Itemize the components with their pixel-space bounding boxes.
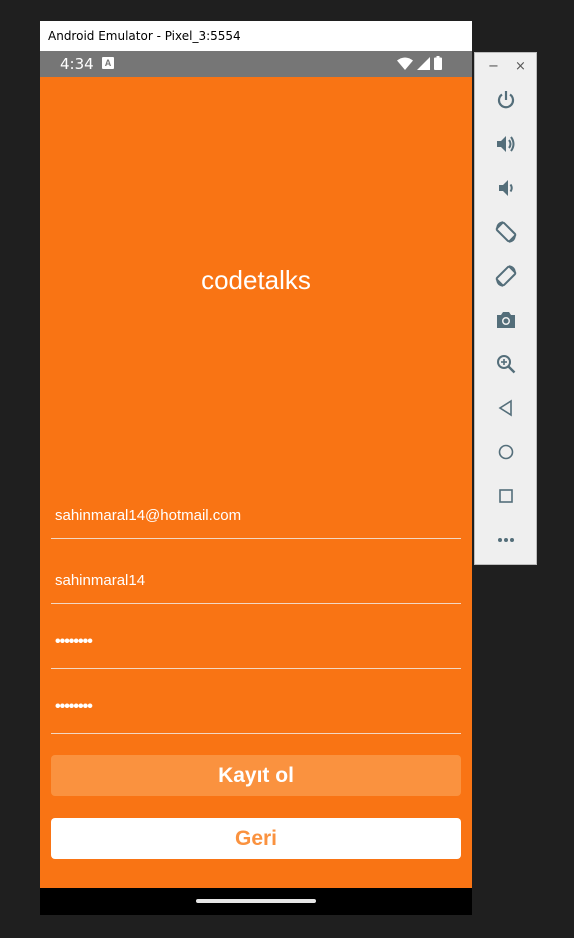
volume-down-icon	[499, 180, 513, 196]
app-screen: codetalks sahinmaral14@hotmail.com sahin…	[40, 77, 472, 888]
overview-icon	[499, 489, 513, 503]
volume-up-button[interactable]	[491, 129, 521, 159]
username-field[interactable]: sahinmaral14	[51, 564, 461, 604]
camera-icon	[497, 312, 515, 328]
emulator-toolbar: − ×	[474, 52, 537, 565]
home-icon	[498, 444, 514, 460]
app-title: codetalks	[201, 265, 311, 295]
power-icon	[497, 91, 515, 109]
volume-down-button[interactable]	[491, 173, 521, 203]
email-value: sahinmaral14@hotmail.com	[55, 507, 242, 524]
a-icon: A	[102, 57, 114, 69]
more-button[interactable]	[491, 525, 521, 555]
camera-button[interactable]	[491, 305, 521, 335]
rotate-right-icon	[495, 265, 517, 287]
signal-icon	[417, 56, 430, 70]
back-icon	[498, 399, 512, 417]
zoom-icon	[497, 355, 516, 374]
emulator-window: Android Emulator - Pixel_3:5554 4:34 A c…	[40, 21, 472, 915]
rotate-right-button[interactable]	[491, 261, 521, 291]
battery-icon	[434, 56, 442, 70]
rotate-left-button[interactable]	[491, 217, 521, 247]
back-nav-button[interactable]	[491, 393, 521, 423]
home-nav-button[interactable]	[491, 437, 521, 467]
password-value: ••••••••	[55, 633, 93, 650]
home-gesture-pill[interactable]	[196, 899, 316, 903]
status-time: 4:34	[60, 55, 94, 73]
power-button[interactable]	[491, 85, 521, 115]
password-confirm-field[interactable]: ••••••••	[51, 694, 461, 734]
window-title: Android Emulator - Pixel_3:5554	[40, 21, 472, 51]
status-icons	[397, 56, 442, 70]
email-field[interactable]: sahinmaral14@hotmail.com	[51, 499, 461, 539]
wifi-icon	[397, 57, 413, 70]
username-value: sahinmaral14	[55, 572, 146, 589]
status-bar: 4:34 A	[40, 51, 472, 77]
back-button[interactable]: Geri	[51, 818, 461, 859]
volume-up-icon	[497, 136, 515, 152]
close-button[interactable]: ×	[515, 59, 526, 74]
zoom-button[interactable]	[491, 349, 521, 379]
password-confirm-value: ••••••••	[55, 698, 93, 715]
more-icon	[498, 538, 514, 542]
minimize-button[interactable]: −	[488, 59, 499, 74]
password-field[interactable]: ••••••••	[51, 629, 461, 669]
register-button[interactable]: Kayıt ol	[51, 755, 461, 796]
nav-bar	[40, 888, 472, 915]
overview-nav-button[interactable]	[491, 481, 521, 511]
rotate-left-icon	[495, 221, 517, 243]
